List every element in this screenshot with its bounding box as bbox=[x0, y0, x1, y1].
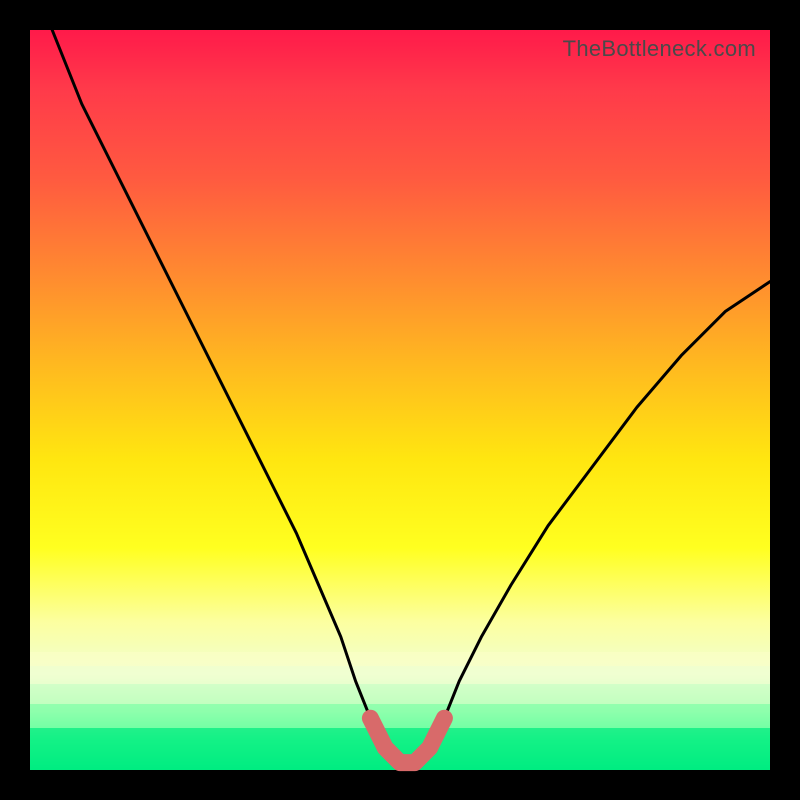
plot-area: TheBottleneck.com bbox=[30, 30, 770, 770]
watermark-text: TheBottleneck.com bbox=[563, 36, 756, 62]
minimum-highlight bbox=[370, 718, 444, 762]
curve-overlay bbox=[30, 30, 770, 770]
bottleneck-curve bbox=[52, 30, 770, 763]
chart-frame: TheBottleneck.com bbox=[0, 0, 800, 800]
